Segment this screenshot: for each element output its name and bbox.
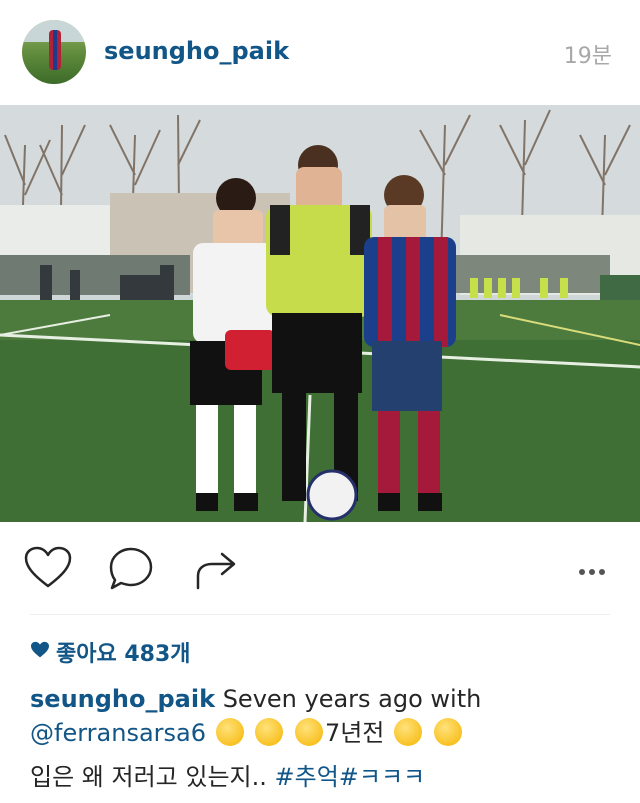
- heart-icon[interactable]: [24, 546, 72, 594]
- divider: [30, 614, 610, 615]
- heart-small-icon: [30, 640, 50, 665]
- post-time: 19분: [563, 44, 612, 69]
- post-caption: seungho_paik Seven years ago with @ferra…: [30, 682, 610, 794]
- post-username[interactable]: seungho_paik: [104, 37, 289, 65]
- user-avatar[interactable]: [22, 20, 86, 84]
- hashtag-memory[interactable]: #추억: [275, 763, 339, 791]
- tears-of-joy-emoji-icon: [433, 718, 462, 746]
- more-icon[interactable]: [578, 562, 606, 581]
- caption-mention[interactable]: @ferransarsa6: [30, 719, 206, 747]
- post-photo[interactable]: [0, 105, 640, 522]
- caption-text2: 7년전: [324, 719, 385, 747]
- share-icon[interactable]: [194, 546, 240, 594]
- comment-icon[interactable]: [108, 546, 154, 596]
- caption-text: Seven years ago with: [215, 685, 482, 713]
- post-header: seungho_paik 19분: [0, 0, 640, 105]
- tears-of-joy-emoji-icon: [294, 718, 323, 746]
- likes-count[interactable]: 좋아요 483개: [30, 636, 191, 668]
- tears-of-joy-emoji-icon: [394, 718, 423, 746]
- caption-line3: 입은 왜 저러고 있는지..: [30, 763, 275, 791]
- hashtag-kkk[interactable]: #ㅋㅋㅋ: [339, 763, 425, 791]
- caption-username[interactable]: seungho_paik: [30, 685, 215, 713]
- photo-illustration: [0, 105, 640, 522]
- likes-label: 좋아요 483개: [56, 642, 191, 667]
- post-actions: [0, 522, 640, 614]
- heart-eyes-cat-emoji-icon: [215, 718, 244, 746]
- tears-of-joy-emoji-icon: [255, 718, 284, 746]
